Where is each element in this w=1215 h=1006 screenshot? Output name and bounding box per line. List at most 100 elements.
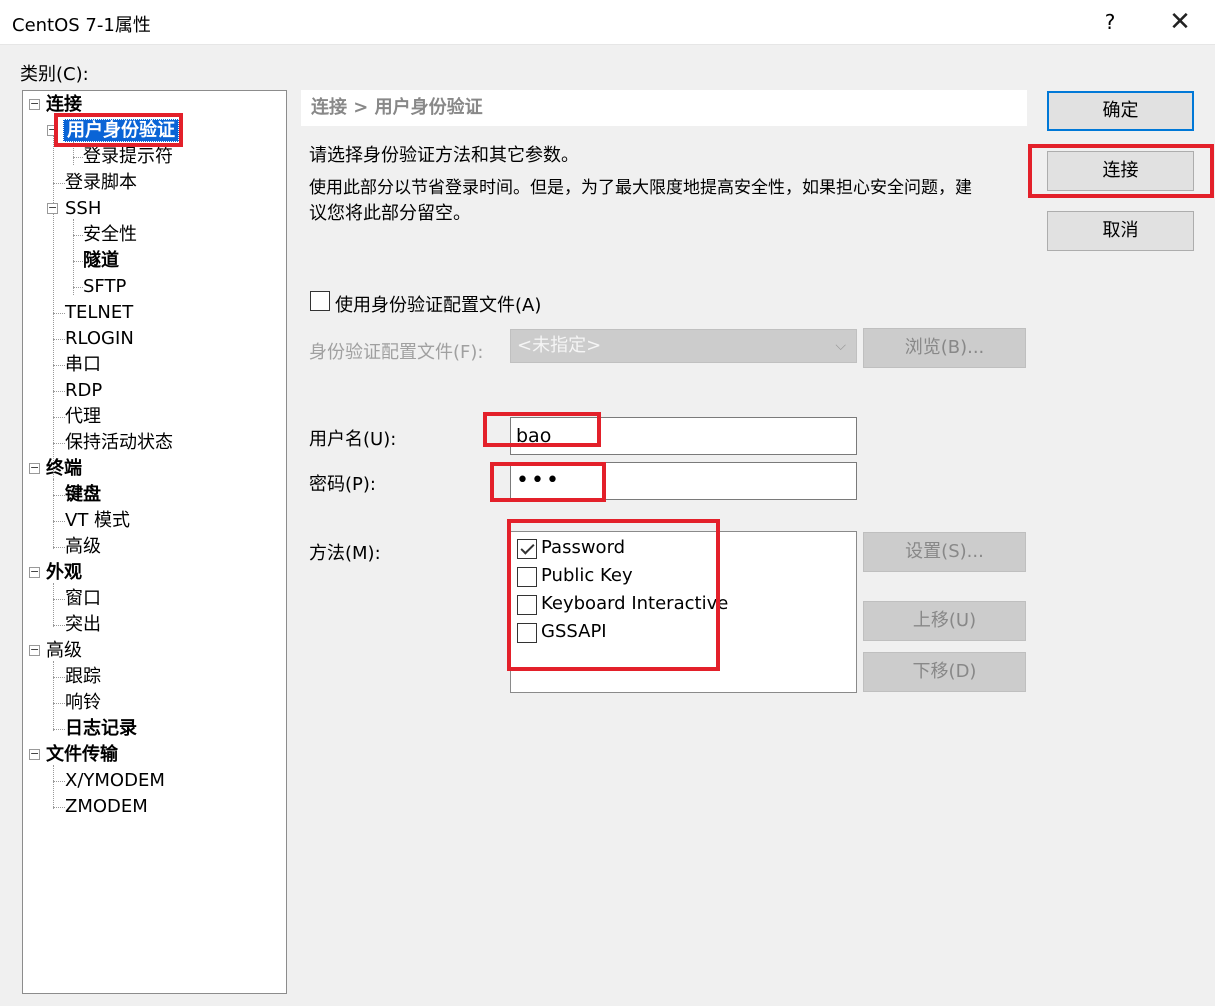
highlight-box-connect [1028, 144, 1214, 198]
tree-item-label: 串口 [65, 354, 101, 375]
tree-item-label: SFTP [83, 276, 127, 297]
tree-item-label: X/YMODEM [65, 770, 165, 791]
tree-item-tunnel[interactable]: 隧道 [83, 249, 119, 273]
tree-item-sftp[interactable]: SFTP [83, 275, 126, 299]
username-label: 用户名(U): [309, 429, 397, 450]
tree-item-login-prompt[interactable]: 登录提示符 [83, 145, 173, 169]
tree-item-label: 突出 [65, 614, 101, 635]
settings-button: 设置(S)... [863, 532, 1026, 572]
tree-line [53, 703, 65, 704]
tree-item-label: 日志记录 [65, 718, 137, 739]
collapse-icon[interactable]: − [29, 462, 40, 474]
cancel-button[interactable]: 取消 [1047, 211, 1194, 251]
tree-line [53, 599, 65, 600]
tree-item-label: 登录脚本 [65, 172, 137, 193]
tree-item-trace[interactable]: 跟踪 [65, 665, 101, 689]
use-auth-profile-label[interactable]: 使用身份验证配置文件(A) [335, 291, 541, 317]
window-title: CentOS 7-1属性 [12, 15, 151, 36]
tree-item-label: 文件传输 [46, 744, 118, 765]
tree-line [53, 365, 65, 366]
tree-line [53, 339, 65, 340]
highlight-box-username [483, 412, 601, 447]
tree-item-ssh[interactable]: − SSH [47, 197, 101, 221]
tree-item-label: 保持活动状态 [65, 432, 173, 453]
browse-button: 浏览(B)... [863, 328, 1026, 368]
help-icon[interactable]: ? [1096, 8, 1124, 36]
tree-item-proxy[interactable]: 代理 [65, 405, 101, 429]
close-icon[interactable]: ✕ [1162, 6, 1198, 38]
tree-line [53, 729, 65, 730]
tree-line [53, 781, 65, 782]
ok-button[interactable]: 确定 [1047, 91, 1194, 131]
tree-item-label: 高级 [46, 640, 82, 661]
tree-item-rdp[interactable]: RDP [65, 379, 102, 403]
section-header: 连接 > 用户身份验证 [301, 90, 1027, 126]
tree-line [73, 157, 83, 158]
tree-item-label: 连接 [46, 94, 82, 115]
tree-item-rlogin[interactable]: RLOGIN [65, 327, 134, 351]
auth-profile-label: 身份验证配置文件(F): [309, 342, 484, 363]
section-note-line1: 使用此部分以节省登录时间。但是，为了最大限度地提高安全性，如果担心安全问题，建 [309, 178, 972, 198]
category-label: 类别(C): [20, 64, 89, 85]
title-bar: CentOS 7-1属性 ? ✕ [0, 0, 1215, 45]
tree-item-zmodem[interactable]: ZMODEM [65, 795, 148, 819]
collapse-icon[interactable]: − [29, 748, 40, 760]
tree-line [53, 765, 54, 809]
category-tree[interactable]: − 连接 − 用户身份验证 登录提示符 登录脚本 − SSH 安全性 隧道 SF… [22, 90, 287, 994]
tree-item-keepalive[interactable]: 保持活动状态 [65, 431, 173, 455]
tree-line [73, 287, 83, 288]
tree-item-logging[interactable]: 日志记录 [65, 717, 137, 741]
tree-item-label: TELNET [65, 302, 134, 323]
move-up-button: 上移(U) [863, 601, 1026, 641]
tree-item-label: 键盘 [65, 484, 101, 505]
tree-item-vt-mode[interactable]: VT 模式 [65, 509, 130, 533]
auth-profile-value: <未指定> [517, 335, 602, 356]
highlight-box-methods [507, 519, 720, 671]
tree-line [53, 479, 54, 549]
tree-item-login-script[interactable]: 登录脚本 [65, 171, 137, 195]
auth-profile-select: <未指定> ⌵ [510, 329, 857, 363]
section-note-line2: 议您将此部分留空。 [309, 203, 471, 224]
move-down-button: 下移(D) [863, 652, 1026, 692]
tree-line [53, 661, 54, 731]
password-label: 密码(P): [309, 474, 376, 495]
tree-item-telnet[interactable]: TELNET [65, 301, 133, 325]
use-auth-profile-checkbox[interactable] [310, 291, 330, 311]
tree-item-advanced[interactable]: − 高级 [27, 639, 82, 663]
tree-item-label: 跟踪 [65, 666, 101, 687]
chevron-down-icon: ⌵ [835, 338, 846, 354]
tree-item-bell[interactable]: 响铃 [65, 691, 101, 715]
methods-label: 方法(M): [309, 543, 381, 564]
collapse-icon[interactable]: − [29, 98, 40, 110]
tree-line [53, 127, 54, 479]
tree-item-label: 登录提示符 [83, 146, 173, 167]
highlight-box-password [490, 462, 606, 502]
tree-line [53, 807, 65, 808]
collapse-icon[interactable]: − [29, 566, 40, 578]
tree-item-xymodem[interactable]: X/YMODEM [65, 769, 165, 793]
tree-line [53, 417, 65, 418]
tree-item-label: SSH [65, 198, 102, 219]
tree-item-label: 安全性 [83, 224, 137, 245]
tree-item-window[interactable]: 窗口 [65, 587, 101, 611]
tree-item-terminal[interactable]: − 终端 [27, 457, 82, 481]
collapse-icon[interactable]: − [29, 644, 40, 656]
tree-item-highlight[interactable]: 突出 [65, 613, 101, 637]
tree-item-label: 响铃 [65, 692, 101, 713]
tree-item-serial[interactable]: 串口 [65, 353, 101, 377]
tree-item-security[interactable]: 安全性 [83, 223, 137, 247]
tree-item-file-transfer[interactable]: − 文件传输 [27, 743, 118, 767]
tree-item-keyboard[interactable]: 键盘 [65, 483, 101, 507]
tree-item-label: 高级 [65, 536, 101, 557]
collapse-icon[interactable]: − [47, 202, 58, 214]
tree-line [53, 183, 65, 184]
tree-item-label: RDP [65, 380, 103, 401]
tree-line [53, 677, 65, 678]
tree-line [53, 313, 65, 314]
tree-line [53, 391, 65, 392]
tree-line [73, 261, 83, 262]
tree-item-appearance[interactable]: − 外观 [27, 561, 82, 585]
tree-item-terminal-advanced[interactable]: 高级 [65, 535, 101, 559]
tree-item-label: 隧道 [83, 250, 119, 271]
tree-line [53, 443, 65, 444]
